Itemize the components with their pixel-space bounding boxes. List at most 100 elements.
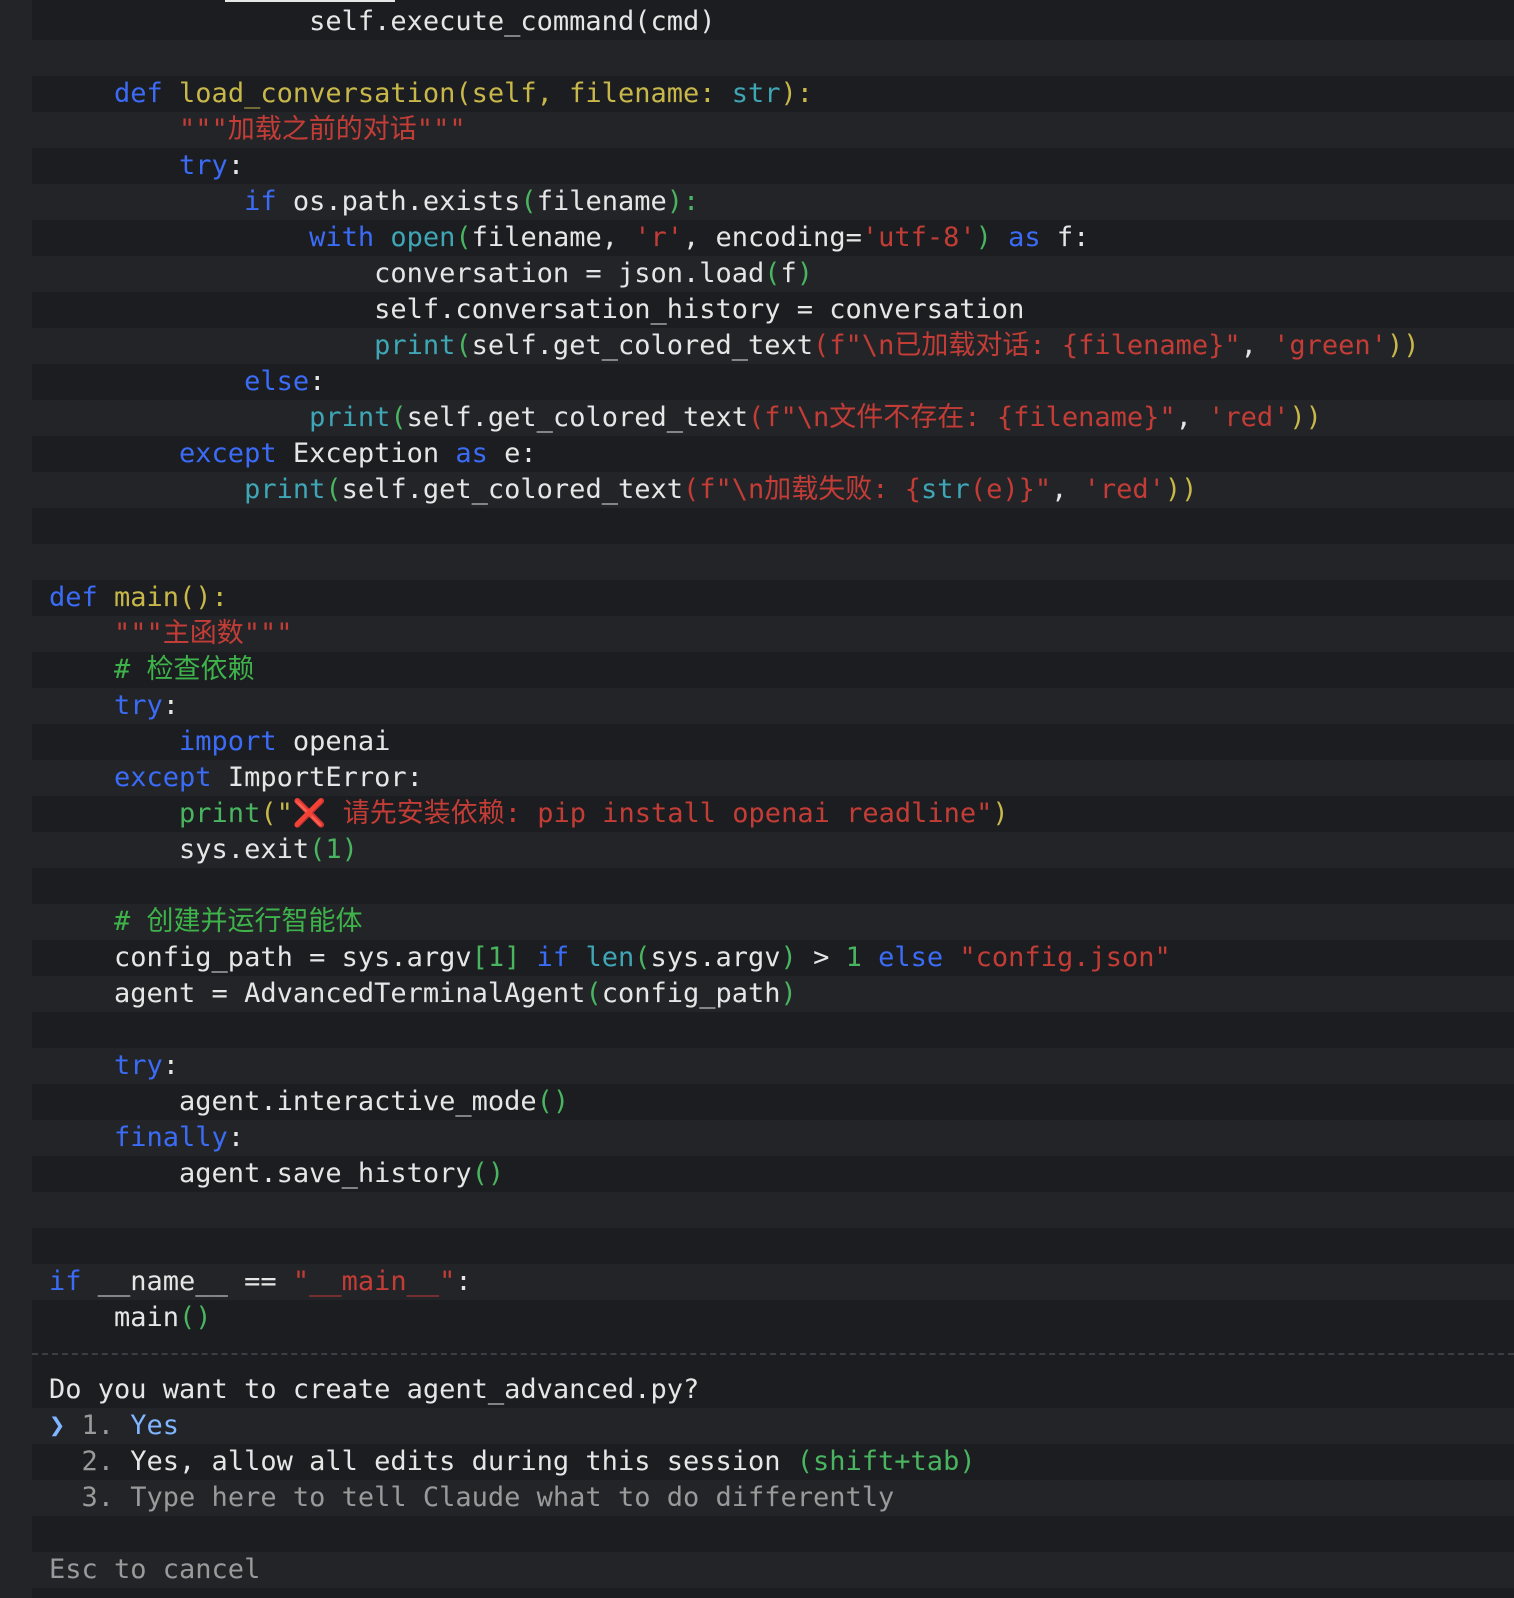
keyword: if (49, 1266, 98, 1297)
code-text: self.execute_command(cmd) (49, 6, 716, 37)
code-text: e: (487, 438, 537, 469)
selection-cursor-icon: ❯ (49, 1410, 66, 1441)
keyword: as (455, 438, 488, 469)
paren: )) (1164, 474, 1198, 505)
paren: ( (309, 834, 326, 865)
code-line: print(self.get_colored_text(f"\n文件不存在: {… (32, 400, 1514, 436)
paren: ): (666, 186, 700, 217)
code-line: sys.exit(1) (32, 832, 1514, 868)
option-label: Yes, allow all edits during this session (130, 1446, 797, 1477)
code-line: conversation = json.load(f) (32, 256, 1514, 292)
paren: ( (748, 402, 765, 433)
string: f"\n已加载对话: {filename}" (829, 330, 1241, 361)
paren: ( (585, 978, 602, 1009)
option-number: 3. (49, 1482, 131, 1513)
punct: : (455, 1266, 472, 1297)
scroll-indicator (225, 0, 395, 2)
builtin: print (49, 474, 326, 505)
paren: )) (1386, 330, 1420, 361)
code-line: with open(filename, 'r', encoding='utf-8… (32, 220, 1514, 256)
code-text: config_path (601, 978, 781, 1009)
code-text: openai (292, 726, 391, 757)
code-line: if os.path.exists(filename): (32, 184, 1514, 220)
code-text: , (1175, 402, 1209, 433)
code-line: agent = AdvancedTerminalAgent(config_pat… (32, 976, 1514, 1012)
number: 1 (325, 834, 342, 865)
code-line (32, 1192, 1514, 1228)
code-text: agent.save_history (49, 1158, 472, 1189)
code-line: finally: (32, 1120, 1514, 1156)
function-signature: load_conversation(self, filename: (179, 78, 732, 109)
code-text: self.get_colored_text (471, 330, 814, 361)
string: 'utf-8' (861, 222, 976, 253)
code-text: agent.interactive_mode (49, 1086, 537, 1117)
code-line: import openai (32, 724, 1514, 760)
code-line: print(self.get_colored_text(f"\n已加载对话: {… (32, 328, 1514, 364)
code-text: sys.exit (49, 834, 310, 865)
code-line (32, 868, 1514, 904)
keyword: else (861, 942, 960, 973)
paren: ( (455, 330, 472, 361)
code-line: # 检查依赖 (32, 652, 1514, 688)
string: 'red' (1083, 474, 1165, 505)
code-text: , (1240, 330, 1274, 361)
option-yes-allow-all[interactable]: 2. Yes, allow all edits during this sess… (32, 1444, 1514, 1480)
paren: ) (780, 978, 797, 1009)
paren: ( (682, 474, 700, 505)
keyword: with (49, 222, 391, 253)
punct: ): (780, 78, 814, 109)
cross-mark-icon: ❌ (292, 798, 327, 829)
builtin: print (49, 798, 261, 829)
docstring: """主函数""" (49, 618, 293, 649)
code-line: except ImportError: (32, 760, 1514, 796)
code-text: f (780, 258, 797, 289)
paren: ( (634, 942, 651, 973)
paren: )) (1289, 402, 1322, 433)
code-line: print("❌ 请先安装依赖: pip install openai read… (32, 796, 1514, 832)
code-view: self.execute_command(cmd) def load_conve… (32, 0, 1514, 1336)
code-line: try: (32, 1048, 1514, 1084)
code-line: def load_conversation(self, filename: st… (32, 76, 1514, 112)
code-text: agent = AdvancedTerminalAgent (49, 978, 586, 1009)
keyword: try (49, 150, 228, 181)
code-text: > (796, 942, 846, 973)
code-line (32, 1228, 1514, 1264)
keyword: try (49, 1050, 163, 1081)
code-text: main (49, 1302, 180, 1333)
keyword: try (49, 690, 163, 721)
number: 1 (845, 942, 862, 973)
code-line: main() (32, 1300, 1514, 1336)
builtin: open (390, 222, 456, 253)
paren: ) (780, 942, 797, 973)
code-line (32, 40, 1514, 76)
keyword: as (1008, 222, 1041, 253)
string: f"\n加载失败: { (699, 474, 922, 505)
code-line: config_path = sys.argv[1] if len(sys.arg… (32, 940, 1514, 976)
builtin: print (49, 402, 391, 433)
string: 'green' (1273, 330, 1387, 361)
option-yes[interactable]: ❯ 1. Yes (32, 1408, 1514, 1444)
cancel-hint[interactable]: Esc to cancel (32, 1552, 1514, 1588)
paren: () (536, 1086, 570, 1117)
code-line: # 创建并运行智能体 (32, 904, 1514, 940)
function-signature: main(): (114, 582, 228, 613)
paren: ( (813, 330, 830, 361)
string: f"\n文件不存在: {filename}" (764, 402, 1176, 433)
code-text: Exception (292, 438, 456, 469)
terminal-pane: self.execute_command(cmd) def load_conve… (32, 0, 1514, 1598)
keyword: except (49, 438, 293, 469)
code-text: self.get_colored_text (341, 474, 683, 505)
string: (e)}" (969, 474, 1052, 505)
string: 'red' (1208, 402, 1290, 433)
code-line (32, 508, 1514, 544)
option-tell-claude[interactable]: 3. Type here to tell Claude what to do d… (32, 1480, 1514, 1516)
code-line: except Exception as e: (32, 436, 1514, 472)
prompt-question: Do you want to create agent_advanced.py? (32, 1372, 1514, 1408)
code-text: self.conversation_history = conversation (49, 294, 1025, 325)
option-label: Type here to tell Claude what to do diff… (130, 1482, 895, 1513)
code-text: config_path = sys.argv (49, 942, 472, 973)
option-label: Yes (130, 1410, 180, 1441)
index: [1] (471, 942, 521, 973)
shortcut-hint: (shift+tab) (796, 1446, 976, 1477)
question-text: Do you want to create agent_advanced.py? (49, 1374, 700, 1405)
